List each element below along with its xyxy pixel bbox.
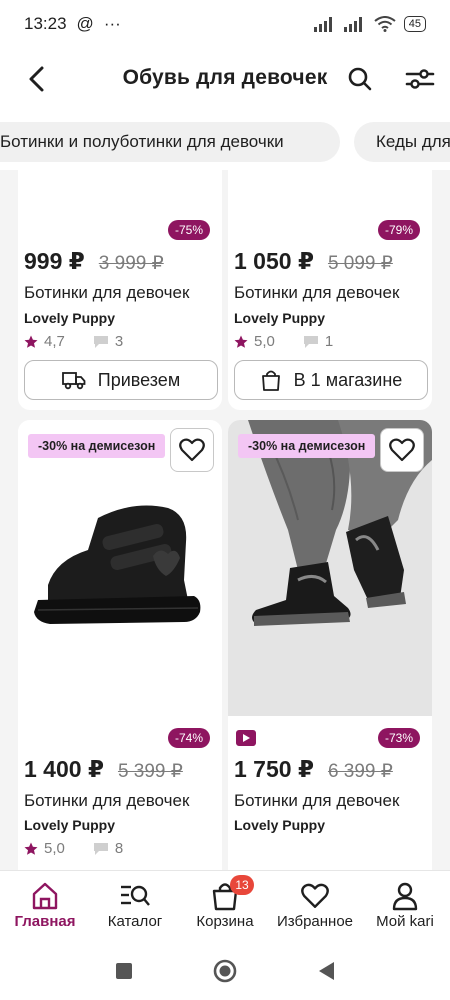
store-button-label: В 1 магазине xyxy=(293,369,403,390)
product-brand: Lovely Puppy xyxy=(24,310,116,326)
nav-home[interactable]: Главная xyxy=(0,879,90,930)
price: 1 750 ₽ xyxy=(234,756,314,782)
old-price: 5 099 ₽ xyxy=(327,253,393,274)
heart-icon xyxy=(179,438,205,462)
comments-count: 8 xyxy=(114,840,124,857)
price: 1 050 ₽ xyxy=(234,248,314,274)
rating: 4,7 xyxy=(44,333,65,350)
chip-boots[interactable]: Ботинки и полуботинки для девочки xyxy=(0,122,340,162)
app-header: Обувь для девочек xyxy=(0,48,450,110)
product-meta: 5,0 8 xyxy=(24,840,123,857)
nav-profile-label: Мой kari xyxy=(376,913,434,930)
star-icon xyxy=(24,842,38,855)
at-icon: @ xyxy=(76,14,94,33)
product-card[interactable]: -79% 1 050 ₽ 5 099 ₽ Ботинки для девочек… xyxy=(228,170,432,410)
store-availability-button[interactable]: В 1 магазине xyxy=(234,360,428,400)
star-icon xyxy=(234,335,248,348)
product-brand: Lovely Puppy xyxy=(24,817,116,833)
more-notifications-icon: ··· xyxy=(103,14,121,33)
heart-icon xyxy=(301,883,329,908)
price: 999 ₽ xyxy=(24,248,85,274)
shopping-bag-icon xyxy=(261,370,280,391)
truck-icon xyxy=(61,372,86,390)
filter-button[interactable] xyxy=(404,64,436,94)
rating: 5,0 xyxy=(44,840,65,857)
favorite-button[interactable] xyxy=(380,428,424,472)
search-icon xyxy=(348,67,372,91)
product-card[interactable]: -30% на демисезон -74% 1 400 ₽ 5 399 ₽ Б… xyxy=(18,420,222,870)
wifi-icon xyxy=(374,16,396,32)
product-name: Ботинки для девочек xyxy=(234,791,400,810)
product-name: Ботинки для девочек xyxy=(234,283,400,302)
favorite-button[interactable] xyxy=(170,428,214,472)
discount-badge: -75% xyxy=(167,220,210,240)
comment-icon xyxy=(303,335,318,348)
product-card[interactable]: -30% на демисезон -73% 1 750 ₽ 6 399 ₽ Б… xyxy=(228,420,432,870)
old-price: 3 999 ₽ xyxy=(98,253,164,274)
filter-sliders-icon xyxy=(405,69,435,89)
discount-badge: -74% xyxy=(167,728,210,748)
discount-badge: -79% xyxy=(377,220,420,240)
signal-icon-2 xyxy=(343,17,362,32)
product-name: Ботинки для девочек xyxy=(24,283,190,302)
old-price: 6 399 ₽ xyxy=(327,761,393,782)
system-navigation-bar xyxy=(0,942,450,1000)
comment-icon xyxy=(93,335,108,348)
product-name: Ботинки для девочек xyxy=(24,791,190,810)
nav-cart[interactable]: 13 Корзина xyxy=(180,875,270,930)
product-card[interactable]: -75% 999 ₽ 3 999 ₽ Ботинки для девочек L… xyxy=(18,170,222,410)
delivery-button[interactable]: Привезем xyxy=(24,360,218,400)
signal-icon xyxy=(313,17,332,32)
comments-count: 3 xyxy=(114,333,124,350)
old-price: 5 399 ₽ xyxy=(117,761,183,782)
battery-indicator: 45 xyxy=(403,16,426,32)
home-circle-icon[interactable] xyxy=(213,959,237,983)
status-bar: 13:23 @ ··· 45 xyxy=(0,0,450,48)
comments-count: 1 xyxy=(324,333,334,350)
search-button[interactable] xyxy=(345,64,375,94)
cart-count-badge: 13 xyxy=(230,875,254,895)
chip-sneakers[interactable]: Кеды для xyxy=(354,122,450,162)
rating: 5,0 xyxy=(254,333,275,350)
nav-home-label: Главная xyxy=(14,913,76,930)
product-grid: -75% 999 ₽ 3 999 ₽ Ботинки для девочек L… xyxy=(0,170,450,870)
nav-favorites-label: Избранное xyxy=(276,913,354,930)
user-icon xyxy=(392,882,418,911)
video-icon xyxy=(236,730,256,746)
nav-catalog-label: Каталог xyxy=(107,913,163,930)
status-time: 13:23 xyxy=(24,14,67,33)
page-title: Обувь для девочек xyxy=(122,66,328,89)
product-brand: Lovely Puppy xyxy=(234,310,326,326)
nav-profile[interactable]: Мой kari xyxy=(360,879,450,930)
chip-label: Ботинки и полуботинки для девочки xyxy=(0,132,284,151)
delivery-button-label: Привезем xyxy=(97,369,181,390)
recents-icon[interactable] xyxy=(115,962,133,980)
category-chips: Ботинки и полуботинки для девочки Кеды д… xyxy=(0,110,450,170)
bottom-navigation: Главная Каталог 13 Корзина Избранное Мой… xyxy=(0,870,450,942)
comment-icon xyxy=(93,842,108,855)
nav-catalog[interactable]: Каталог xyxy=(90,879,180,930)
product-brand: Lovely Puppy xyxy=(234,817,326,833)
star-icon xyxy=(24,335,38,348)
back-triangle-icon[interactable] xyxy=(316,960,336,982)
nav-cart-label: Корзина xyxy=(196,913,254,930)
product-meta: 5,0 1 xyxy=(234,333,333,350)
promo-badge: -30% на демисезон xyxy=(238,434,376,458)
home-icon xyxy=(32,882,58,910)
catalog-search-icon xyxy=(121,885,150,906)
discount-badge: -73% xyxy=(377,728,420,748)
heart-icon xyxy=(389,438,415,462)
price: 1 400 ₽ xyxy=(24,756,104,782)
chip-label: Кеды для xyxy=(376,132,450,151)
promo-badge: -30% на демисезон xyxy=(28,434,166,458)
nav-favorites[interactable]: Избранное xyxy=(270,879,360,930)
product-meta: 4,7 3 xyxy=(24,333,123,350)
